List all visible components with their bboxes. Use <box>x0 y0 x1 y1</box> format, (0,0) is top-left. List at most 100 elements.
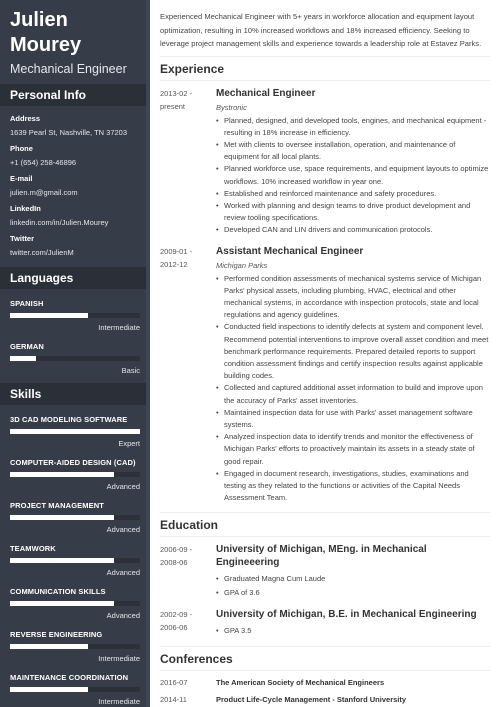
item-level: Expert <box>118 439 140 448</box>
item-name: COMPUTER-AIDED DESIGN (CAD) <box>10 458 136 467</box>
skill-item: COMMUNICATION SKILLS Advanced <box>10 587 140 620</box>
level-bar-track <box>10 356 140 361</box>
entry-company: Bystronic <box>216 102 247 112</box>
item-name: COMMUNICATION SKILLS <box>10 587 106 596</box>
conferences-heading: Conferences <box>160 646 490 672</box>
skill-item: COMPUTER-AIDED DESIGN (CAD) Advanced <box>10 458 140 491</box>
level-bar-track <box>10 558 140 563</box>
level-bar-track <box>10 429 140 434</box>
bullet-item: Engaged in document research, investigat… <box>216 468 490 505</box>
info-label: LinkedIn <box>10 204 41 213</box>
skills-list: 3D CAD MODELING SOFTWARE Expert COMPUTER-A… <box>0 415 146 706</box>
education-heading: Education <box>160 512 490 538</box>
item-level: Basic <box>121 366 140 375</box>
entry-body: Mechanical Engineer Bystronic Planned, des… <box>216 87 490 237</box>
education-list: 2006-09 - 2008-06 University of Michigan, … <box>160 543 490 638</box>
bullet-item: GPA of 3.6 <box>216 586 490 600</box>
level-bar-fill <box>10 515 114 520</box>
date-end: 2012-12 <box>160 259 188 269</box>
item-level: Intermediate <box>98 323 140 332</box>
item-name: 3D CAD MODELING SOFTWARE <box>10 415 128 424</box>
entry-bullets: GPA 3.5 <box>216 624 490 638</box>
bullet-item: Developed CAN and LIN drivers and commun… <box>216 224 490 236</box>
level-bar-track <box>10 687 140 692</box>
level-bar-fill <box>10 558 114 563</box>
languages-list: SPANISH Intermediate GERMAN Basic <box>0 299 146 375</box>
info-value: linkedin.com/in/Julien.Mourey <box>10 218 109 227</box>
level-bar-fill <box>10 313 88 318</box>
skill-item: MAINTENANCE COORDINATION Intermediate <box>10 673 140 706</box>
level-bar-fill <box>10 687 88 692</box>
bullet-item: Collected and captured additional asset … <box>216 382 490 406</box>
level-bar-fill <box>10 356 36 361</box>
item-name: REVERSE ENGINEERING <box>10 630 103 639</box>
date-end: 2008-06 <box>160 558 188 568</box>
conference-title: Product Life-Cycle Management - Stanford… <box>216 695 407 705</box>
entry-company: Michigan Parks <box>216 260 268 270</box>
conference-date: 2016-07 <box>160 678 188 688</box>
conference-entry: 2014-11 Product Life-Cycle Management - S… <box>160 694 490 706</box>
job-title: Mechanical Engineer <box>10 62 127 76</box>
entry-bullets: Performed condition assessments of mecha… <box>216 273 490 505</box>
date-start: 2013-02 - <box>160 88 193 98</box>
experience-list: 2013-02 - present Mechanical Engineer Bystr… <box>160 87 490 505</box>
level-bar-fill <box>10 601 114 606</box>
level-bar-track <box>10 515 140 520</box>
item-name: TEAMWORK <box>10 544 56 553</box>
info-value: julien.m@gmail.com <box>10 188 78 197</box>
first-name: Julien <box>10 9 68 31</box>
item-level: Advanced <box>106 525 140 534</box>
entry-body: University of Michigan, B.E. in Mechanic… <box>216 608 490 638</box>
entry-title: Mechanical Engineer <box>216 87 316 99</box>
skill-item: TEAMWORK Advanced <box>10 544 140 577</box>
entry-bullets: Planned, designed, and developed tools, … <box>216 115 490 237</box>
entry-date: 2002-09 - 2006-06 <box>160 608 216 638</box>
conference-date: 2014-11 <box>160 695 187 705</box>
bullet-item: Maintained inspection data for use with … <box>216 407 490 431</box>
bullet-item: GPA 3.5 <box>216 624 490 638</box>
item-level: Advanced <box>106 568 140 577</box>
entry-date: 2013-02 - present <box>160 87 216 237</box>
personal-info-list: Address 1639 Pearl St, Nashville, TN 3720… <box>0 114 146 257</box>
conference-entry: 2016-07 The American Society of Mechanica… <box>160 677 490 689</box>
bullet-item: Analyzed inspection data to identify tre… <box>216 431 490 468</box>
sidebar: Julien Mourey Mechanical Engineer Person… <box>0 0 150 707</box>
info-label: Address <box>10 114 41 123</box>
personal-info-heading: Personal Info <box>0 84 146 106</box>
item-level: Intermediate <box>98 654 140 663</box>
level-bar-track <box>10 472 140 477</box>
candidate-name: Julien Mourey <box>0 0 146 58</box>
info-label: E-mail <box>10 174 33 183</box>
language-item: SPANISH Intermediate <box>10 299 140 332</box>
item-name: SPANISH <box>10 299 44 308</box>
conferences-list: 2016-07 The American Society of Mechanica… <box>160 677 490 706</box>
info-label: Twitter <box>10 234 35 243</box>
education-entry: 2002-09 - 2006-06 University of Michigan, … <box>160 608 490 638</box>
date-end: 2006-06 <box>160 623 188 633</box>
date-end: present <box>160 101 186 111</box>
info-value: +1 (654) 258-46896 <box>10 158 77 167</box>
conference-title: The American Society of Mechanical Engin… <box>216 678 385 688</box>
skill-item: 3D CAD MODELING SOFTWARE Expert <box>10 415 140 448</box>
info-value: twitter.com/JulienM <box>10 248 74 257</box>
level-bar-track <box>10 644 140 649</box>
date-start: 2002-09 - <box>160 610 193 620</box>
item-level: Advanced <box>106 482 140 491</box>
bullet-item: Performed condition assessments of mecha… <box>216 273 490 322</box>
entry-date: 2006-09 - 2008-06 <box>160 543 216 600</box>
item-name: GERMAN <box>10 342 44 351</box>
skill-item: REVERSE ENGINEERING Intermediate <box>10 630 140 663</box>
entry-title: University of Michigan, MEng. in Mechani… <box>216 544 427 569</box>
bullet-item: Conducted field inspections to identify … <box>216 321 490 382</box>
bullet-item: Planned, designed, and developed tools, … <box>216 115 490 139</box>
entry-bullets: Graduated Magna Cum LaudeGPA of 3.6 <box>216 572 490 600</box>
info-value: 1639 Pearl St, Nashville, TN 37203 <box>10 128 128 137</box>
item-level: Intermediate <box>98 697 140 706</box>
bullet-item: Met with clients to oversee installation… <box>216 139 490 163</box>
entry-title: University of Michigan, B.E. in Mechanic… <box>216 609 477 621</box>
level-bar-track <box>10 313 140 318</box>
bullet-item: Established and reinforced maintenance a… <box>216 188 490 200</box>
entry-date: 2009-01 - 2012-12 <box>160 245 216 505</box>
entry-body: University of Michigan, MEng. in Mechani… <box>216 543 490 600</box>
level-bar-fill <box>10 472 114 477</box>
